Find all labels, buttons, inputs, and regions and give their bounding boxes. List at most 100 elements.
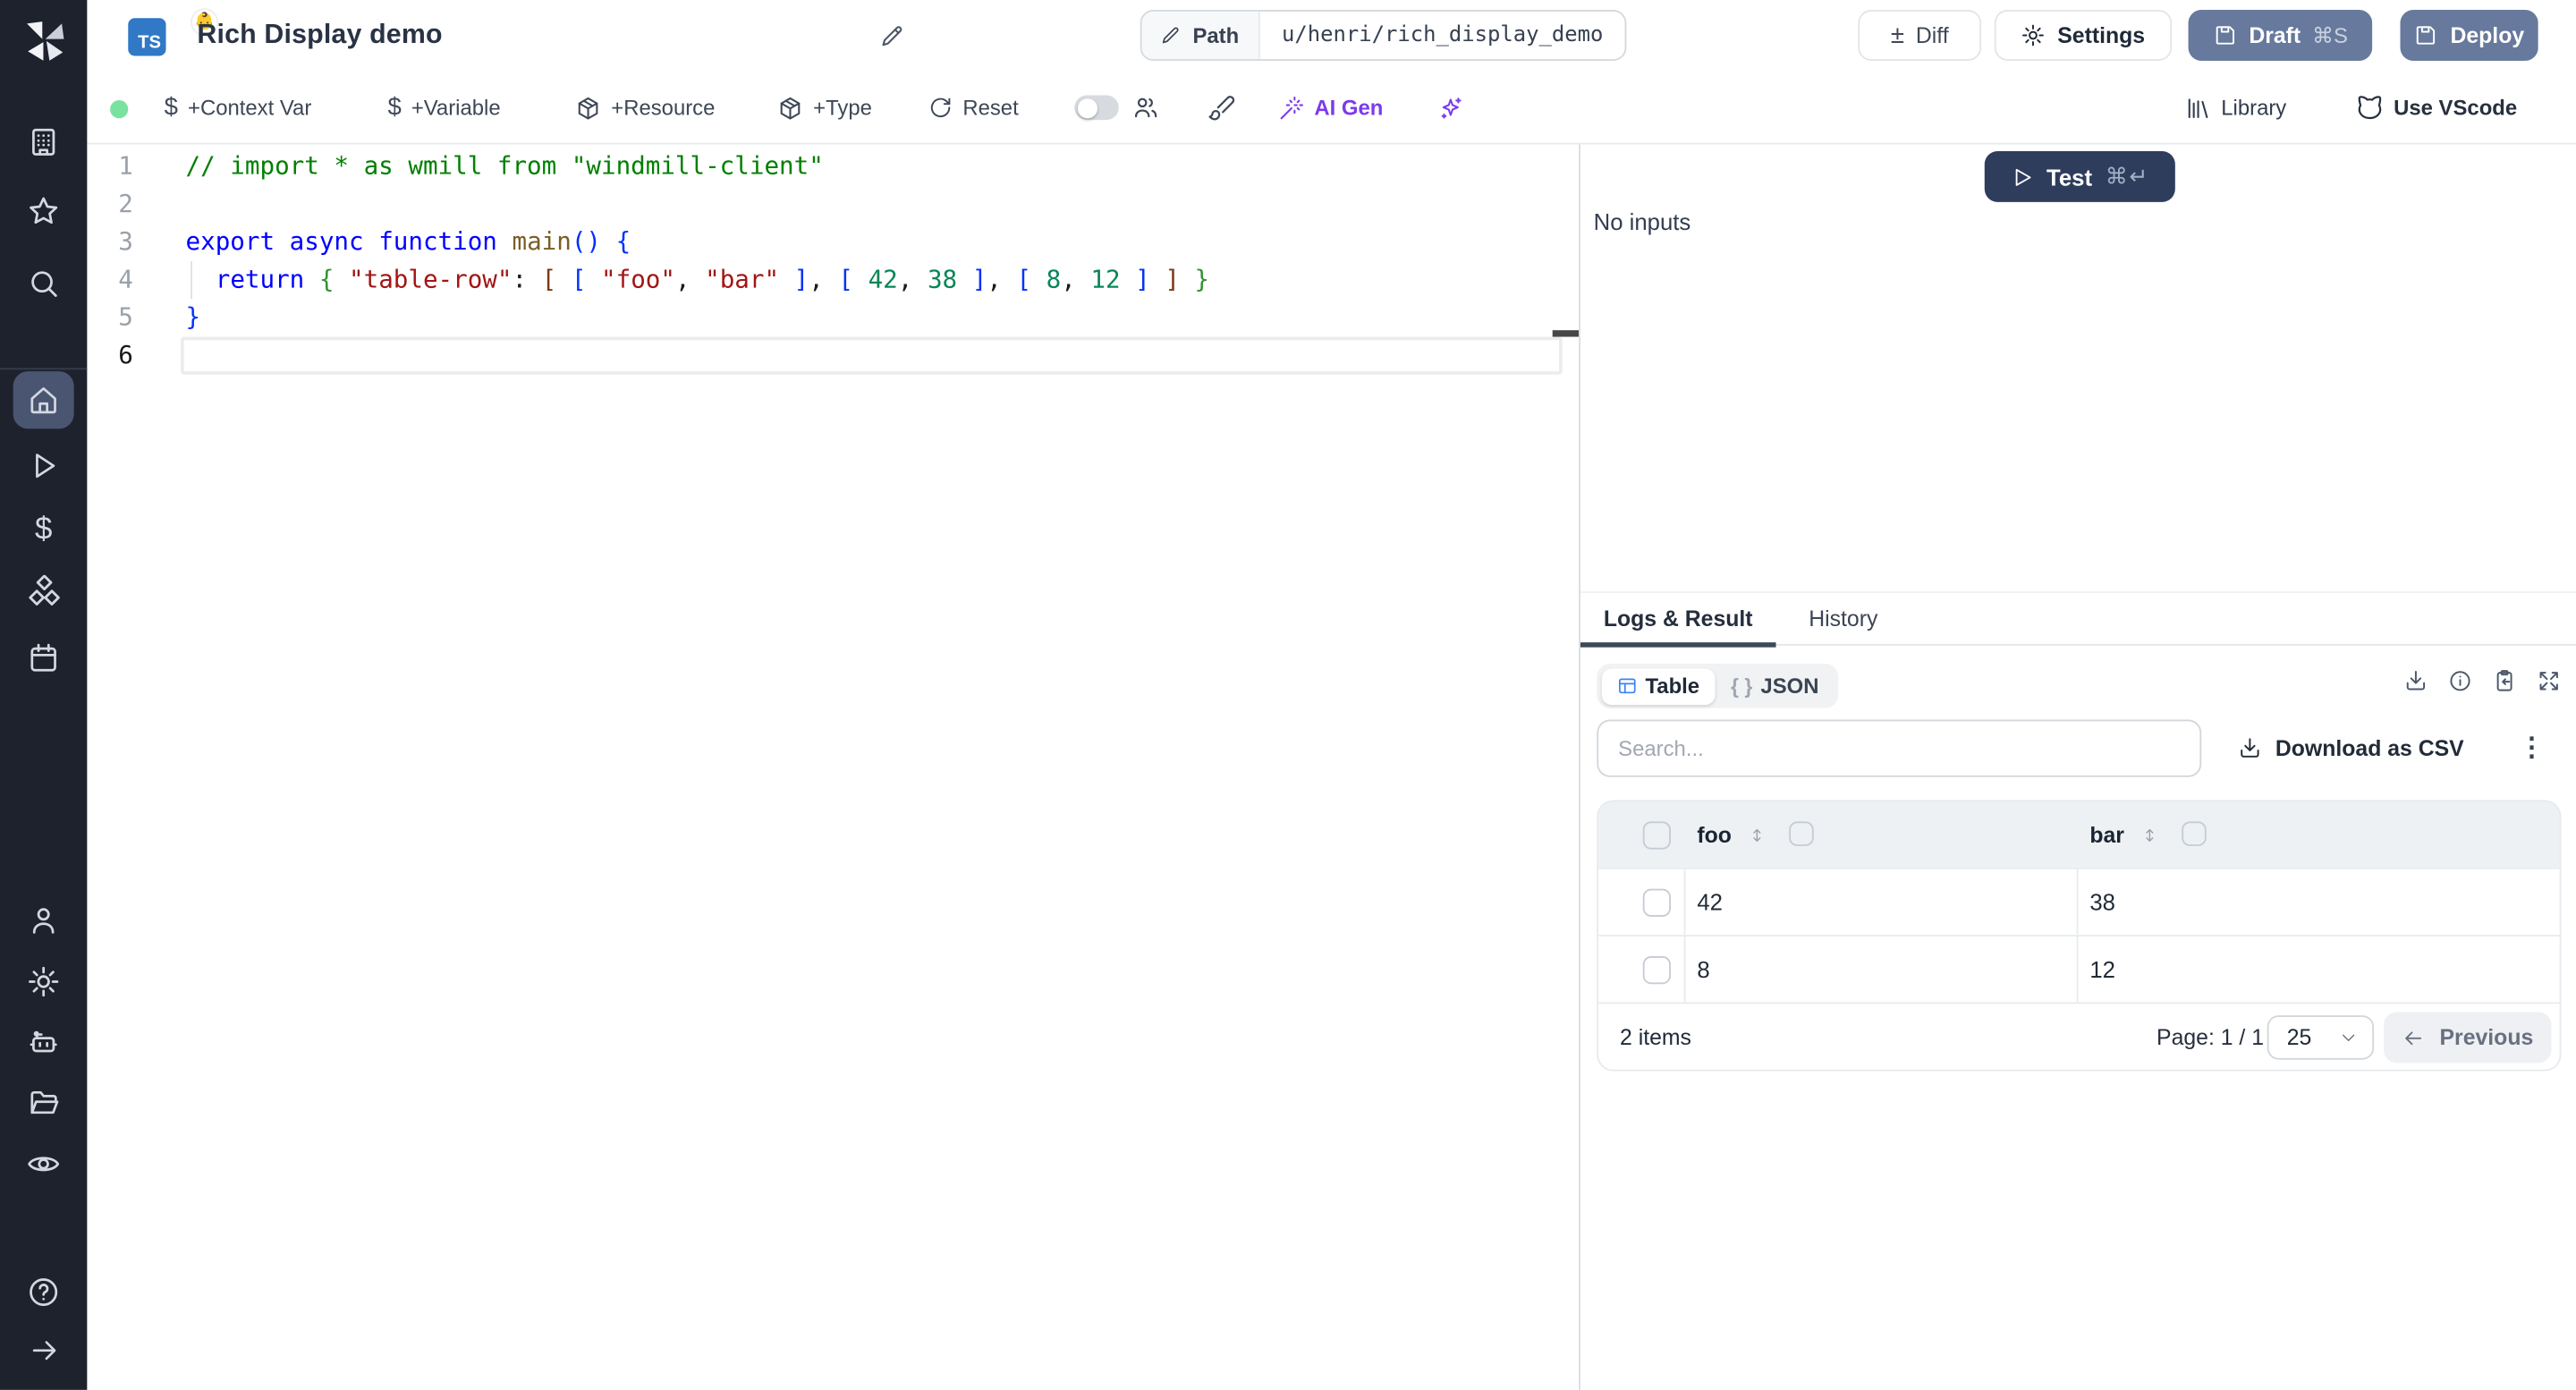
sidebar-item-search[interactable] bbox=[0, 261, 87, 304]
reset-icon bbox=[928, 96, 953, 121]
sidebar-item-expand[interactable] bbox=[0, 1329, 87, 1372]
path-label: Path bbox=[1192, 22, 1240, 48]
diff-button-label: Diff bbox=[1915, 22, 1949, 48]
deploy-button-label: Deploy bbox=[2450, 22, 2525, 48]
info-icon[interactable] bbox=[2448, 669, 2473, 694]
sort-foo-icon[interactable] bbox=[1748, 823, 1766, 848]
download-csv-button[interactable]: Download as CSV bbox=[2238, 725, 2464, 772]
arrow-left-icon bbox=[2402, 1026, 2425, 1049]
package-icon bbox=[777, 95, 803, 121]
add-resource-button[interactable]: +Resource bbox=[575, 72, 716, 143]
ai-gen-button[interactable]: AI Gen bbox=[1278, 72, 1383, 143]
column-divider bbox=[2076, 936, 2079, 1003]
header: TS 👶 Rich Display demo Path u/henri/rich… bbox=[87, 0, 2576, 72]
sidebar-item-help[interactable] bbox=[0, 1270, 87, 1313]
sidebar-item-folders[interactable] bbox=[0, 1081, 87, 1124]
sort-bar-icon[interactable] bbox=[2140, 823, 2158, 848]
cat-icon bbox=[2356, 94, 2384, 122]
ai-sparkles-button[interactable] bbox=[1437, 72, 1463, 143]
path-field[interactable]: Path u/henri/rich_display_demo bbox=[1140, 10, 1627, 61]
column-toggle-bar[interactable] bbox=[2182, 821, 2207, 846]
add-type-button[interactable]: +Type bbox=[777, 72, 872, 143]
page-indicator: Page: 1 / 1 bbox=[2157, 1024, 2265, 1049]
table-header-row: foo bar bbox=[1598, 801, 2560, 868]
edit-title-pencil-icon[interactable] bbox=[879, 23, 905, 49]
sidebar-item-home[interactable] bbox=[0, 377, 87, 420]
sidebar-item-variables[interactable]: $ bbox=[0, 508, 87, 551]
deploy-button[interactable]: Deploy bbox=[2400, 10, 2538, 61]
eye-icon bbox=[26, 1146, 61, 1181]
column-header-foo: foo bbox=[1697, 822, 1732, 847]
sidebar-item-settings[interactable] bbox=[0, 960, 87, 1003]
result-tabs: Logs & Result History bbox=[1580, 591, 2576, 648]
gear-icon bbox=[2021, 23, 2046, 48]
expand-icon[interactable] bbox=[2537, 669, 2562, 694]
row-checkbox[interactable] bbox=[1642, 955, 1671, 984]
sidebar: $ bbox=[0, 0, 88, 1390]
library-button[interactable]: Library bbox=[2185, 72, 2286, 143]
sidebar-item-workers[interactable] bbox=[0, 1021, 87, 1064]
format-brush-button[interactable] bbox=[1208, 72, 1235, 143]
dollar-icon: $ bbox=[387, 93, 402, 122]
diff-button[interactable]: ± Diff bbox=[1858, 10, 1982, 61]
sidebar-item-favorites[interactable] bbox=[0, 189, 87, 232]
table-row: 42 38 bbox=[1598, 867, 2560, 936]
chevron-down-icon bbox=[2340, 1029, 2358, 1047]
tab-logs-result[interactable]: Logs & Result bbox=[1580, 593, 1776, 648]
tab-history[interactable]: History bbox=[1776, 593, 1911, 644]
column-toggle-foo[interactable] bbox=[1789, 821, 1814, 846]
sidebar-item-schedules[interactable] bbox=[0, 636, 87, 679]
cell-foo: 42 bbox=[1697, 888, 1723, 916]
previous-page-button[interactable]: Previous bbox=[2384, 1012, 2552, 1064]
sidebar-divider bbox=[0, 368, 88, 370]
select-all-checkbox[interactable] bbox=[1642, 820, 1671, 849]
sidebar-item-runs[interactable] bbox=[0, 444, 87, 487]
library-label: Library bbox=[2221, 95, 2287, 121]
view-json-label: JSON bbox=[1760, 674, 1819, 699]
previous-page-label: Previous bbox=[2439, 1025, 2534, 1050]
cell-foo: 8 bbox=[1697, 955, 1710, 983]
run-results-panel: Test ⌘↵ No inputs Logs & Result History … bbox=[1579, 144, 2576, 1390]
clipboard-copy-icon[interactable] bbox=[2492, 669, 2517, 694]
tab-history-label: History bbox=[1809, 606, 1878, 631]
code-editor[interactable]: 123456 // import * as wmill from "windmi… bbox=[87, 144, 1580, 1390]
dollar-icon: $ bbox=[164, 93, 178, 122]
draft-button-label: Draft bbox=[2249, 22, 2301, 48]
windmill-logo-icon[interactable] bbox=[16, 13, 71, 68]
kind-toggle[interactable] bbox=[1074, 95, 1119, 121]
sparkles-icon bbox=[1437, 95, 1463, 121]
overview-ruler-cursor-mark bbox=[1552, 330, 1580, 337]
sidebar-item-resources[interactable] bbox=[0, 572, 87, 614]
sidebar-item-audit-logs[interactable] bbox=[0, 1142, 87, 1185]
table-menu-kebab-icon[interactable]: ⋮ bbox=[2513, 723, 2549, 770]
path-value: u/henri/rich_display_demo bbox=[1281, 22, 1604, 48]
table-row: 8 12 bbox=[1598, 935, 2560, 1003]
download-icon[interactable] bbox=[2403, 669, 2428, 694]
view-table-button[interactable]: Table bbox=[1600, 667, 1715, 705]
sidebar-item-user[interactable] bbox=[0, 899, 87, 942]
star-icon bbox=[26, 193, 61, 228]
users-icon-button[interactable] bbox=[1132, 72, 1160, 143]
use-vscode-button[interactable]: Use VScode bbox=[2356, 72, 2517, 143]
reset-button[interactable]: Reset bbox=[928, 72, 1019, 143]
draft-button[interactable]: Draft ⌘S bbox=[2188, 10, 2373, 61]
column-divider bbox=[1683, 869, 1686, 936]
test-button[interactable]: Test ⌘↵ bbox=[1984, 150, 2175, 202]
magic-wand-icon bbox=[1278, 95, 1304, 121]
row-checkbox[interactable] bbox=[1642, 887, 1671, 916]
sidebar-item-workspace[interactable] bbox=[0, 120, 87, 163]
settings-button[interactable]: Settings bbox=[1994, 10, 2173, 61]
page-size-select[interactable]: 25 bbox=[2267, 1015, 2375, 1060]
view-json-button[interactable]: { } JSON bbox=[1716, 668, 1834, 704]
add-resource-label: +Resource bbox=[611, 95, 716, 121]
page-title: Rich Display demo bbox=[197, 20, 443, 50]
save-icon bbox=[2213, 23, 2238, 48]
ai-gen-label: AI Gen bbox=[1314, 95, 1384, 121]
search-input[interactable] bbox=[1597, 719, 2202, 777]
table-icon bbox=[1615, 675, 1637, 697]
tab-logs-result-label: Logs & Result bbox=[1603, 606, 1753, 631]
add-context-var-button[interactable]: $ +Context Var bbox=[165, 72, 312, 143]
add-variable-button[interactable]: $ +Variable bbox=[387, 72, 500, 143]
settings-button-label: Settings bbox=[2057, 22, 2146, 48]
code-lines: // import * as wmill from "windmill-clie… bbox=[185, 150, 1210, 333]
